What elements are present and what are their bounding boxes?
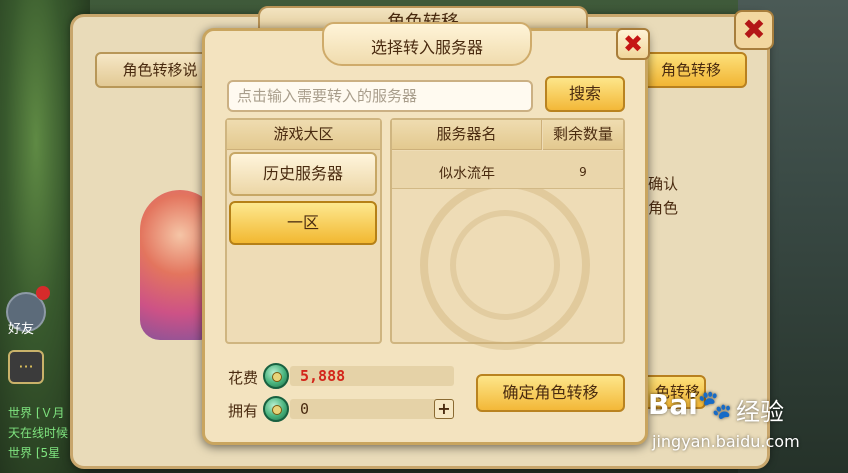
- zone-list-header: 游戏大区: [227, 120, 380, 150]
- jade-coin-icon: [263, 396, 289, 422]
- dialog-title: 选择转入服务器: [370, 38, 483, 57]
- add-currency-button[interactable]: +: [434, 399, 454, 419]
- owned-value: 0: [300, 400, 310, 418]
- world-chat-line: 天在线时候: [8, 426, 69, 440]
- close-icon[interactable]: ✖: [616, 28, 650, 60]
- server-name-header: 服务器名: [392, 120, 542, 150]
- zone-item-history[interactable]: 历史服务器: [229, 152, 377, 196]
- server-row-count: 9: [579, 165, 587, 179]
- back-info-line-1: 确认: [648, 175, 679, 193]
- friend-label: 好友: [8, 322, 35, 337]
- cost-label: 花费: [228, 369, 259, 387]
- server-search-input[interactable]: 点击输入需要转入的服务器: [227, 80, 533, 112]
- back-info-line-2: 角色: [648, 199, 679, 217]
- watermark-url: jingyan.baidu.com: [652, 432, 800, 451]
- zone-item-zone-1[interactable]: 一区: [229, 201, 377, 245]
- cost-value: 5,888: [300, 367, 346, 385]
- back-close-icon[interactable]: ✖: [734, 10, 774, 50]
- jingyan-label: 经验: [736, 398, 784, 426]
- confirm-transfer-button[interactable]: 确定角色转移: [476, 374, 625, 412]
- owned-value-bar: [290, 399, 454, 419]
- search-button[interactable]: 搜索: [545, 76, 625, 112]
- notification-dot-icon: [36, 286, 50, 300]
- baidu-logo: Bai🐾: [648, 388, 733, 421]
- chat-bubble-icon[interactable]: ···: [8, 350, 44, 384]
- world-chat-line: 世界 [5星: [8, 446, 61, 460]
- character-transfer-tab-button[interactable]: 角色转移: [635, 52, 747, 88]
- remaining-count-header: 剩余数量: [543, 120, 623, 150]
- jade-coin-icon: [263, 363, 289, 389]
- emblem-inner-icon: [450, 210, 560, 320]
- owned-label: 拥有: [228, 402, 259, 420]
- back-info-text: 确认 角色: [648, 172, 708, 220]
- server-row-name: 似水流年: [439, 166, 495, 182]
- world-chat-line: 世界 [Ｖ月: [8, 406, 65, 420]
